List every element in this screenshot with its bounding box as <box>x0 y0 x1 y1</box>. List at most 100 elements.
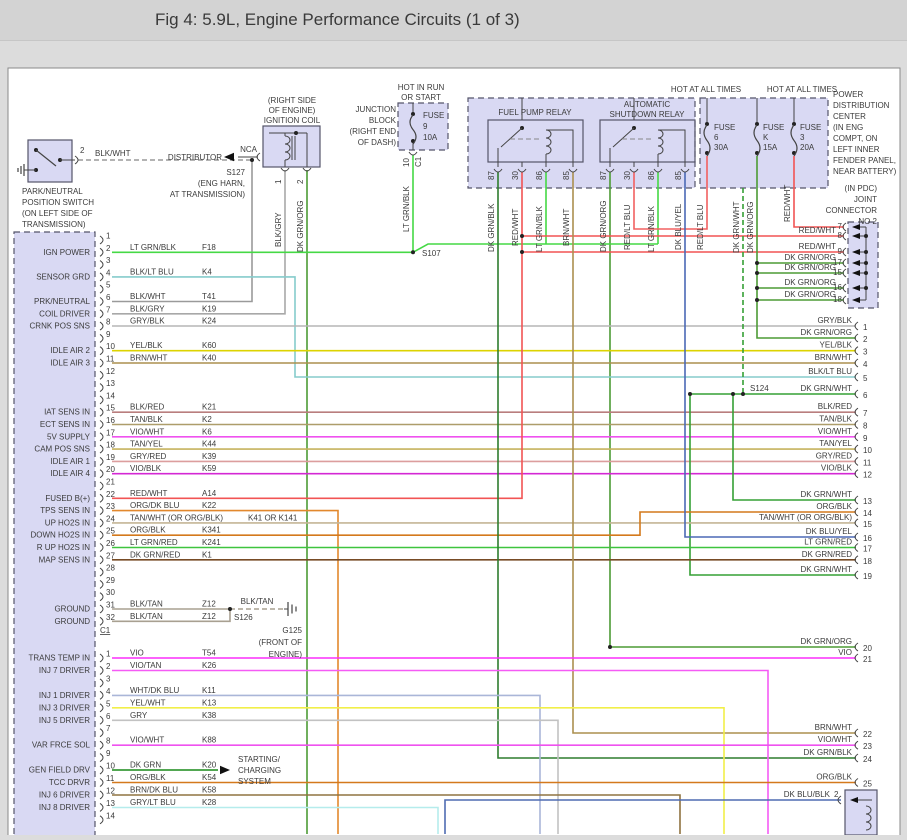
wire-color-label: GRY <box>130 711 148 720</box>
wire-color-label: DK GRN/BLK <box>804 748 853 757</box>
pcm-pin-number: 24 <box>106 514 115 523</box>
diagram-label: 85 <box>562 171 571 180</box>
circuit-number-label: K44 <box>202 440 217 449</box>
pcm-pin-number: 28 <box>106 564 115 573</box>
pcm-pin-number: 12 <box>106 367 115 376</box>
diagram-label: G125 <box>282 626 302 635</box>
pcm-pin-label: IGN POWER <box>43 248 90 257</box>
pcm-pin-number: 31 <box>106 601 115 610</box>
edge-pin-number: 15 <box>863 520 872 529</box>
diagram-label: LT GRN/BLK <box>647 205 656 252</box>
diagram-label: 20A <box>800 143 815 152</box>
wire-color-label: DK GRN/ORG <box>784 253 836 262</box>
pcm-pin-number: 32 <box>106 613 115 622</box>
pcm-pin-number: 10 <box>106 762 115 771</box>
diagram-label: (ENG HARN, <box>198 179 245 188</box>
diagram-label: FUEL PUMP RELAY <box>498 108 572 117</box>
pcm-pin-number: 3 <box>106 256 111 265</box>
diagram-label: BLK/TAN <box>241 597 274 606</box>
diagram-label: S107 <box>422 249 441 258</box>
wire-color-label: VIO/TAN <box>130 661 162 670</box>
diagram-label: LT GRN/BLK <box>402 185 411 232</box>
splice-dot <box>411 250 415 254</box>
diagram-label: BRN/WHT <box>562 209 571 246</box>
diagram-label: FENDER PANEL, <box>833 156 896 165</box>
edge-pin-number: 17 <box>863 545 872 554</box>
splice-dot <box>755 271 759 275</box>
pcm-pin-label: CAM POS SNS <box>34 445 90 454</box>
wire-color-label: YEL/BLK <box>820 341 853 350</box>
wire-color-label: RED/WHT <box>799 242 836 251</box>
diagram-label: 2 <box>834 790 839 799</box>
diagram-label: RED/WHT <box>511 209 520 246</box>
wire-color-label: YEL/BLK <box>130 341 163 350</box>
wire-color-label: DK GRN/WHT <box>800 384 852 393</box>
wire-color-label: BLK/LT BLU <box>808 367 852 376</box>
circuit-number-label: K22 <box>202 501 217 510</box>
splice-dot <box>755 286 759 290</box>
sensor-box <box>845 790 877 835</box>
pcm-pin-label: GROUND <box>54 605 90 614</box>
pcm-pin-number: 9 <box>106 330 111 339</box>
wire-color-label: VIO/WHT <box>130 427 164 436</box>
diagram-label: DK GRN/ORG <box>296 200 305 252</box>
pcm-pin-number: 7 <box>106 724 111 733</box>
pcm-pin-label: COIL DRIVER <box>39 309 90 318</box>
circuit-number-label: K19 <box>202 304 217 313</box>
pcm-pin-label: PRK/NEUTRAL <box>34 297 91 306</box>
diagram-label: 87 <box>487 171 496 180</box>
wire-color-label: ORG/BLK <box>130 773 166 782</box>
pcm-pin-number: 15 <box>106 404 115 413</box>
pcm-pin-number: 4 <box>106 687 111 696</box>
diagram-label: SYSTEM <box>238 777 271 786</box>
splice-dot <box>294 131 298 135</box>
wire-color-label: VIO/WHT <box>818 427 852 436</box>
diagram-label: NEAR BATTERY) <box>833 167 897 176</box>
wire-color-label: ORG/BLK <box>816 502 852 511</box>
wire-color-label: VIO/BLK <box>130 464 162 473</box>
splice-dot <box>864 286 868 290</box>
pcm-pin-label: GROUND <box>54 617 90 626</box>
edge-pin-number: 9 <box>863 434 868 443</box>
diagram-label: NO 2 <box>858 217 877 226</box>
wire-color-label: GRY/RED <box>816 451 853 460</box>
diagram-label: FUSE <box>763 123 784 132</box>
edge-pin-number: 22 <box>863 730 872 739</box>
pcm-pin-label: 5V SUPPLY <box>47 432 91 441</box>
edge-pin-number: 23 <box>863 742 872 751</box>
pcm-pin-label: INJ 1 DRIVER <box>39 691 90 700</box>
splice-dot <box>741 392 745 396</box>
pcm-pin-number: 14 <box>106 391 115 400</box>
wire-color-label: BLK/RED <box>130 403 164 412</box>
diagram-label: NCA <box>240 145 258 154</box>
diagram-label: PARK/NEUTRAL <box>22 187 83 196</box>
pcm-pin-number: 6 <box>106 293 111 302</box>
diagram-label: SHUTDOWN RELAY <box>610 110 686 119</box>
wire-color-label: YEL/WHT <box>130 698 166 707</box>
pcm-pin-label: INJ 5 DRIVER <box>39 716 90 725</box>
edge-pin-number: 18 <box>863 557 872 566</box>
wire-color-label: GRY/BLK <box>817 316 852 325</box>
pcm-pin-label: CRNK POS SNS <box>30 322 90 331</box>
pcm-pin-label: DOWN HO2S IN <box>30 531 90 540</box>
diagram-label: RED/LT BLU <box>623 204 632 250</box>
diagram-label: POSITION SWITCH <box>22 198 94 207</box>
diagram-label: S126 <box>234 613 253 622</box>
diagram-label: JOINT <box>854 195 877 204</box>
diagram-label: 6 <box>714 133 719 142</box>
diagram-label: 2 <box>296 179 305 184</box>
wiring-diagram: 12IGN POWERLT GRN/BLKF1834SENSOR GRDBLK/… <box>0 0 907 835</box>
circuit-number-label: A14 <box>202 489 217 498</box>
wire-color-label: BRN/WHT <box>130 354 167 363</box>
wire-color-label: DK GRN/ORG <box>784 278 836 287</box>
diagram-label: FUSE <box>800 123 821 132</box>
circuit-number-label: K20 <box>202 761 217 770</box>
wire-color-label: DK GRN/ORG <box>784 263 836 272</box>
circuit-number-label: K241 <box>202 538 221 547</box>
edge-pin-number: 7 <box>863 409 868 418</box>
pcm-pin-number: 21 <box>106 478 115 487</box>
diagram-label: HOT AT ALL TIMES <box>671 85 741 94</box>
splice-dot <box>520 234 524 238</box>
splice-dot <box>864 261 868 265</box>
wire-color-label: TAN/YEL <box>130 440 163 449</box>
